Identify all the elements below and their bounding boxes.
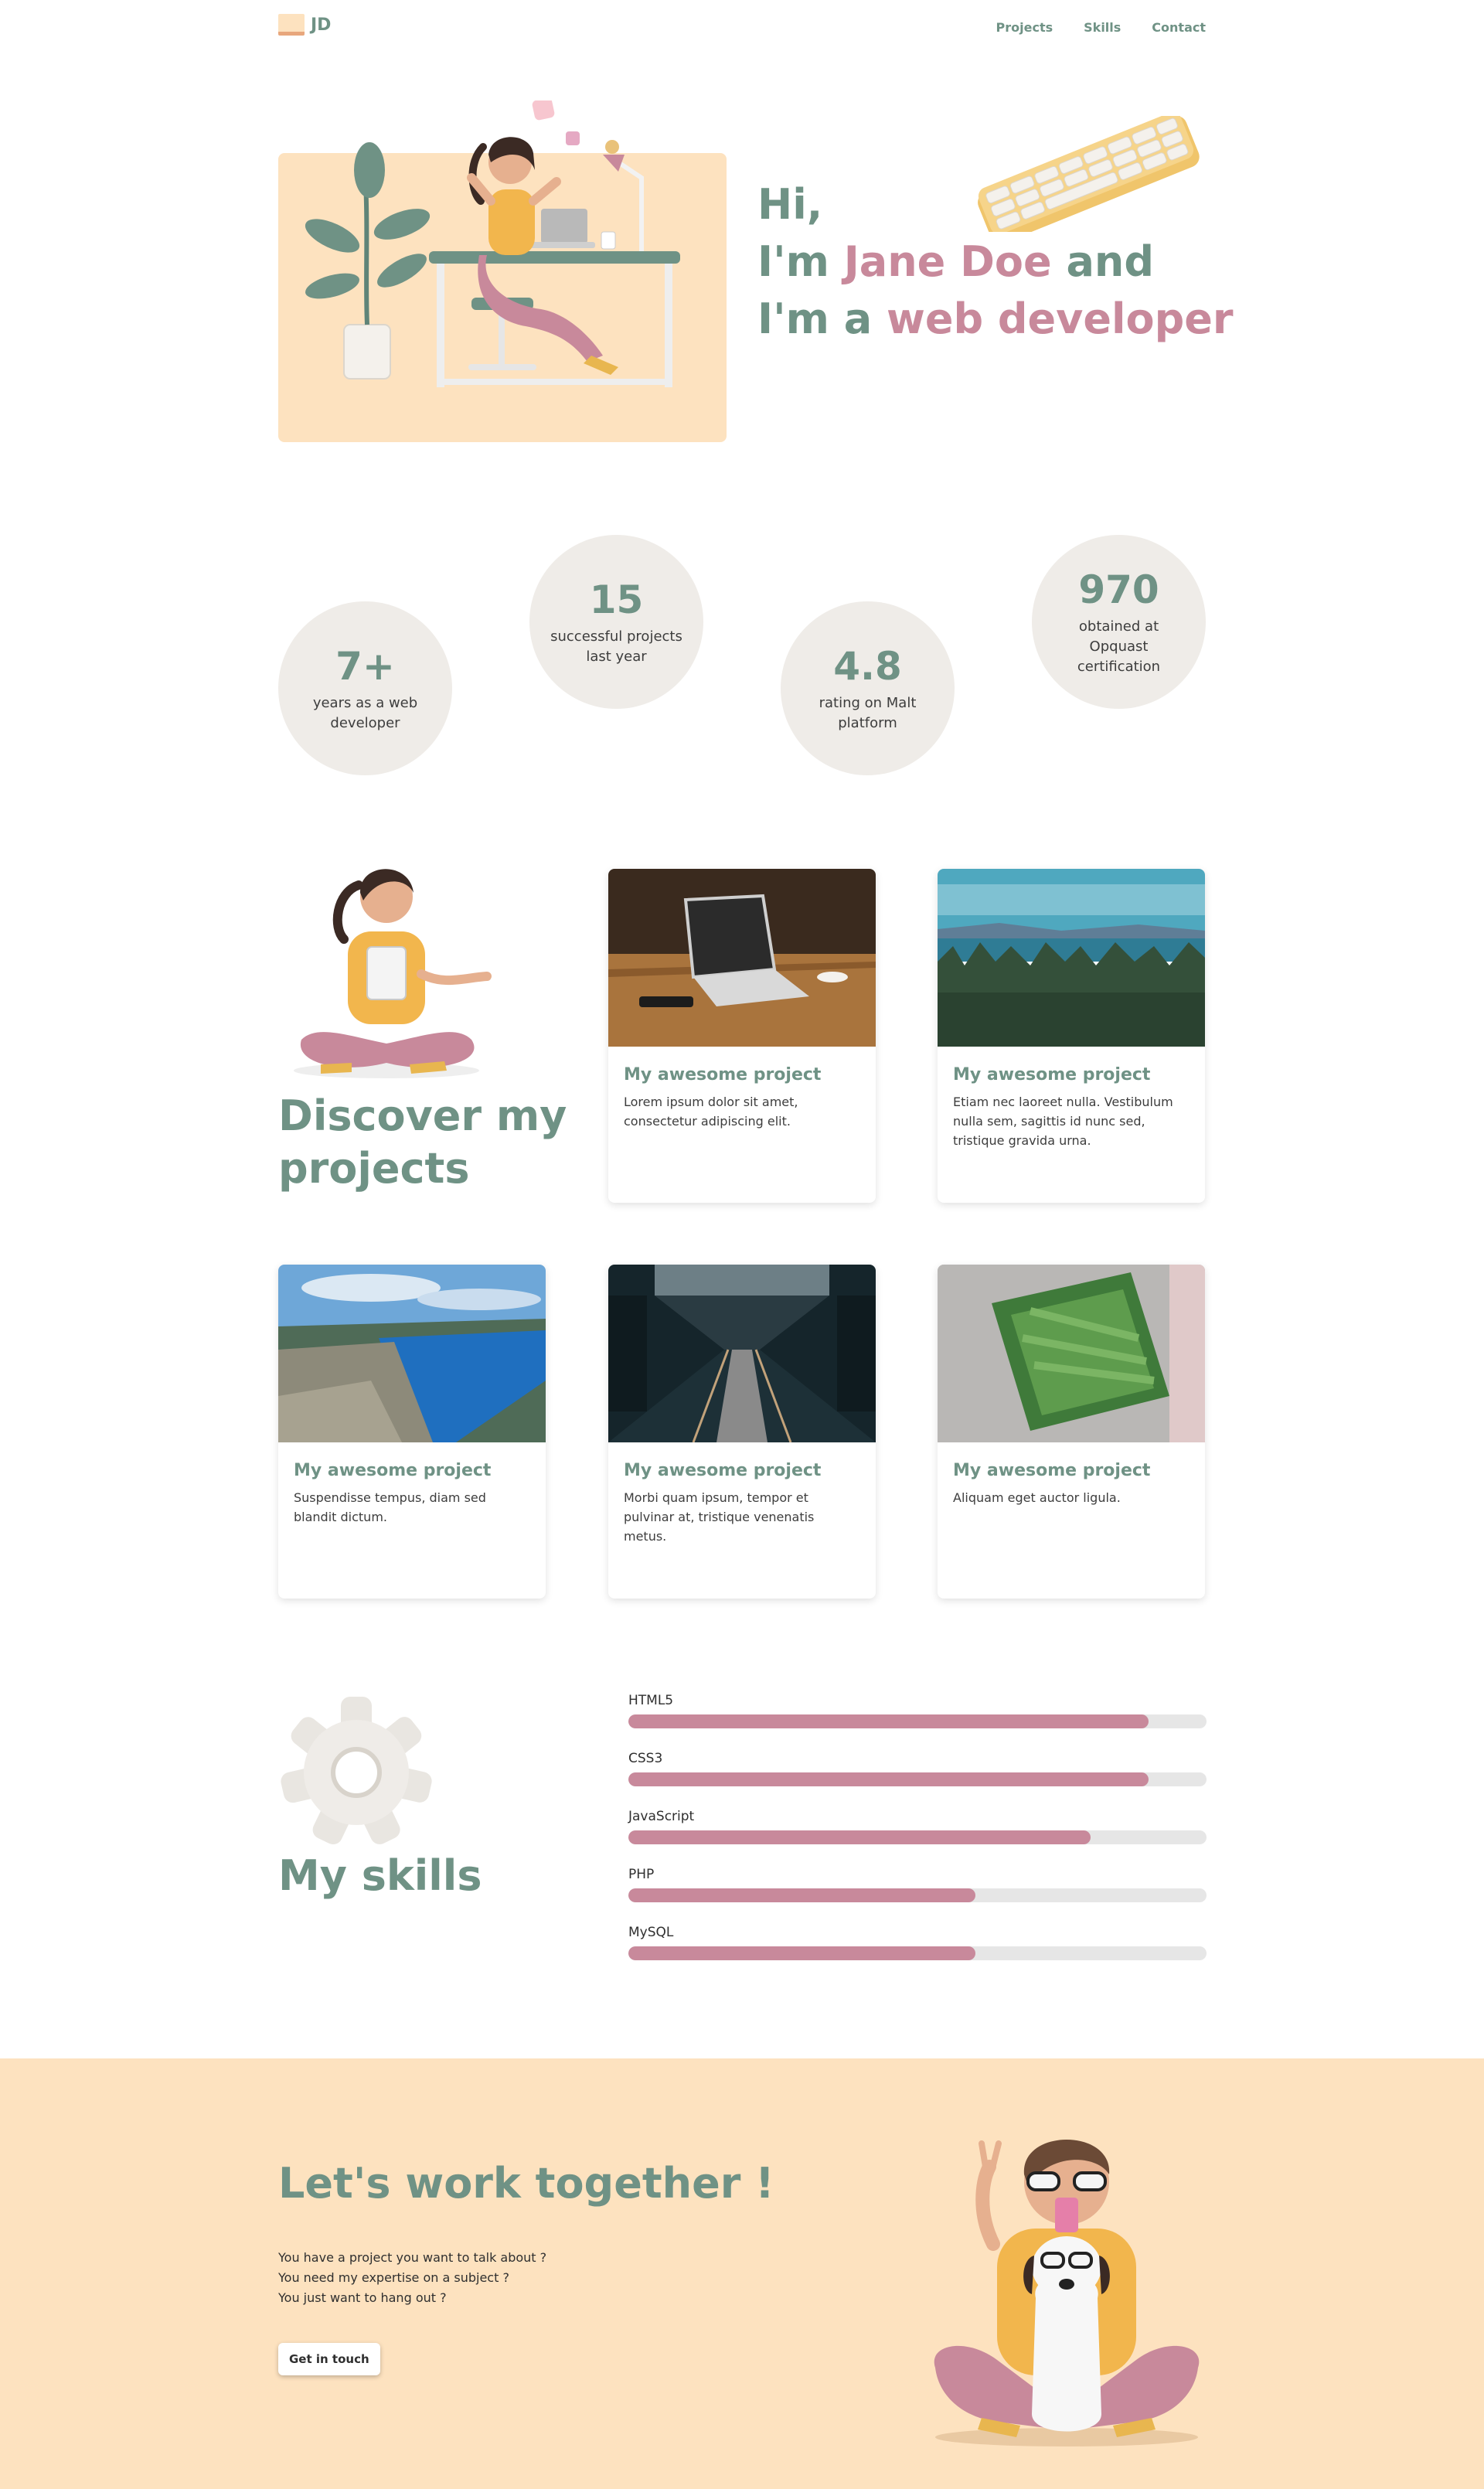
skill-progress-track bbox=[628, 1888, 1207, 1902]
hero-intro-prefix: I'm bbox=[757, 237, 844, 286]
skill-progress-fill bbox=[628, 1772, 1149, 1786]
project-card-description: Lorem ipsum dolor sit amet, consectetur … bbox=[624, 1095, 798, 1129]
stat-value: 4.8 bbox=[833, 643, 902, 689]
developer-at-desk-illustration bbox=[305, 100, 680, 387]
stat-value: 7+ bbox=[335, 643, 395, 689]
stat-malt-rating: 4.8 rating on Malt platform bbox=[781, 601, 955, 775]
fjord-photo-image bbox=[278, 1265, 546, 1442]
contact-title: Let's work together ! bbox=[278, 2159, 774, 2208]
gear-icon bbox=[281, 1697, 432, 1845]
project-card[interactable]: My awesome project Aliquam eget auctor l… bbox=[938, 1265, 1205, 1599]
project-card-description: Morbi quam ipsum, tempor et pulvinar at,… bbox=[624, 1490, 815, 1544]
skill-name: CSS3 bbox=[628, 1751, 663, 1766]
skill-progress-fill bbox=[628, 1714, 1149, 1728]
contact-text: You have a project you want to talk abou… bbox=[278, 2248, 546, 2308]
project-card[interactable]: My awesome project Suspendisse tempus, d… bbox=[278, 1265, 546, 1599]
skill-progress-track bbox=[628, 1830, 1207, 1844]
stat-label: years as a web developer bbox=[312, 694, 418, 731]
logo[interactable]: JD bbox=[278, 14, 331, 36]
stat-years-experience: 7+ years as a web developer bbox=[278, 601, 452, 775]
laptop-photo-image bbox=[608, 869, 876, 1047]
project-card-title: My awesome project bbox=[953, 1065, 1151, 1084]
skill-progress-fill bbox=[628, 1830, 1091, 1844]
nav-link-projects[interactable]: Projects bbox=[996, 20, 1053, 35]
skill-php: PHP bbox=[628, 1865, 1207, 1923]
hero-intro-suffix: and bbox=[1051, 237, 1154, 286]
skill-name: MySQL bbox=[628, 1925, 674, 1940]
skills-list: HTML5 CSS3 JavaScript PHP MySQL bbox=[628, 1691, 1207, 1981]
contact-section: Let's work together ! You have a project… bbox=[0, 2058, 1484, 2489]
site-header: JD Projects Skills Contact bbox=[278, 14, 1206, 45]
skill-html5: HTML5 bbox=[628, 1691, 1207, 1749]
get-in-touch-button[interactable]: Get in touch bbox=[278, 2343, 380, 2375]
forest-lake-photo-image bbox=[938, 869, 1205, 1047]
stadium-photo-image bbox=[938, 1265, 1205, 1442]
project-card-title: My awesome project bbox=[953, 1461, 1151, 1480]
skills-section-title: My skills bbox=[278, 1851, 482, 1900]
nav-link-contact[interactable]: Contact bbox=[1152, 20, 1206, 35]
project-card-description: Aliquam eget auctor ligula. bbox=[953, 1490, 1121, 1505]
skill-mysql: MySQL bbox=[628, 1923, 1207, 1981]
skill-name: HTML5 bbox=[628, 1693, 674, 1708]
stat-label: rating on Malt platform bbox=[819, 694, 917, 731]
main-nav: Projects Skills Contact bbox=[996, 20, 1206, 35]
skill-name: PHP bbox=[628, 1867, 655, 1882]
project-card-description: Etiam nec laoreet nulla. Vestibulum null… bbox=[953, 1095, 1173, 1148]
stat-opquast-score: 970 obtained at Opquast certification bbox=[1032, 535, 1206, 709]
skill-javascript: JavaScript bbox=[628, 1807, 1207, 1865]
hero-name: Jane Doe bbox=[843, 237, 1052, 286]
hero-role-prefix: I'm a bbox=[757, 295, 887, 343]
keyboard-illustration bbox=[978, 116, 1200, 232]
project-card[interactable]: My awesome project Lorem ipsum dolor sit… bbox=[608, 869, 876, 1203]
skill-progress-fill bbox=[628, 1946, 975, 1960]
project-card[interactable]: My awesome project Morbi quam ipsum, tem… bbox=[608, 1265, 876, 1599]
skill-name: JavaScript bbox=[628, 1809, 695, 1824]
logo-text: JD bbox=[311, 15, 332, 35]
project-card-description: Suspendisse tempus, diam sed blandit dic… bbox=[294, 1490, 486, 1524]
project-card-title: My awesome project bbox=[624, 1065, 822, 1084]
hero-greeting: Hi, bbox=[757, 180, 823, 229]
laptop-logo-icon bbox=[278, 14, 305, 36]
skill-progress-track bbox=[628, 1772, 1207, 1786]
skill-progress-track bbox=[628, 1946, 1207, 1960]
boy-with-dog-illustration bbox=[934, 2140, 1200, 2446]
hero-role: web developer bbox=[886, 295, 1234, 343]
skill-progress-fill bbox=[628, 1888, 975, 1902]
contact-line: You just want to hang out ? bbox=[278, 2290, 447, 2305]
project-card-title: My awesome project bbox=[294, 1461, 492, 1480]
stat-value: 15 bbox=[589, 577, 644, 622]
nav-link-skills[interactable]: Skills bbox=[1084, 20, 1121, 35]
girl-with-tablet-illustration bbox=[294, 869, 492, 1078]
project-card-title: My awesome project bbox=[624, 1461, 822, 1480]
stat-label: successful projects last year bbox=[550, 628, 682, 665]
stat-value: 970 bbox=[1078, 567, 1159, 612]
contact-line: You have a project you want to talk abou… bbox=[278, 2250, 547, 2265]
escalator-photo-image bbox=[608, 1265, 876, 1442]
contact-line: You need my expertise on a subject ? bbox=[278, 2270, 509, 2285]
skill-css3: CSS3 bbox=[628, 1749, 1207, 1807]
skill-progress-track bbox=[628, 1714, 1207, 1728]
stat-projects-last-year: 15 successful projects last year bbox=[529, 535, 703, 709]
project-card[interactable]: My awesome project Etiam nec laoreet nul… bbox=[938, 869, 1205, 1203]
projects-section-title: Discover my projects bbox=[278, 1091, 567, 1193]
stat-label: obtained at Opquast certification bbox=[1077, 618, 1161, 675]
